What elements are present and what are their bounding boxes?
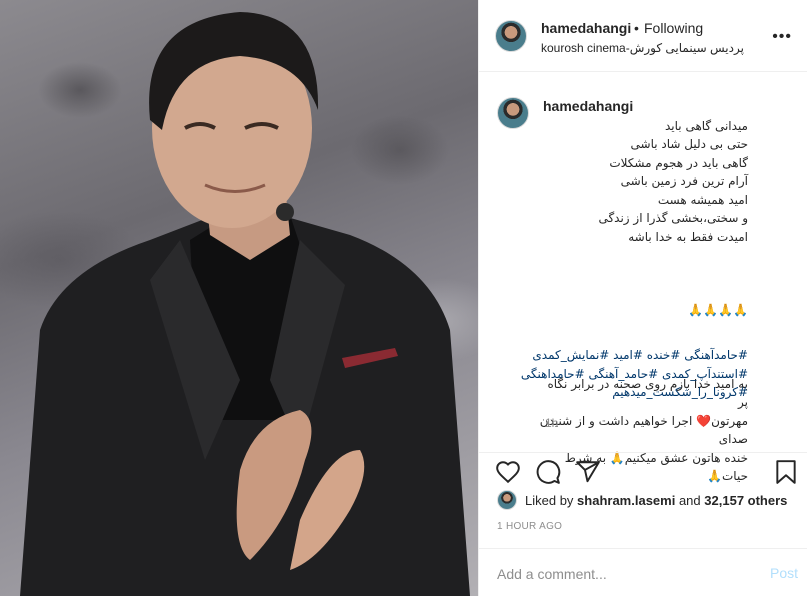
- caption-lines: میدانی گاهی باید حتی بی دلیل شاد باشی گا…: [598, 118, 748, 244]
- action-bar: [479, 452, 807, 492]
- liker-username[interactable]: shahram.lasemi: [577, 493, 675, 508]
- caption-text: میدانی گاهی باید حتی بی دلیل شاد باشی گا…: [538, 98, 748, 504]
- caption-hashtags[interactable]: #حامدآهنگی #خنده #امید #نمایش_کمدی #استن…: [498, 346, 748, 402]
- post-timestamp[interactable]: 1 HOUR AGO: [497, 521, 562, 532]
- photo-subject: [20, 12, 470, 596]
- liker-avatar[interactable]: [497, 490, 517, 510]
- likes-and: and: [678, 493, 701, 508]
- caption-emoji-line: 🙏🙏🙏🙏: [688, 303, 748, 317]
- likes-count[interactable]: 32,157 others: [704, 493, 787, 508]
- header-separator: •: [634, 20, 639, 36]
- likes-prefix: Liked by: [525, 493, 574, 508]
- more-options-icon[interactable]: •••: [772, 28, 792, 46]
- comment-bar: Post: [479, 548, 807, 596]
- comment-icon[interactable]: [535, 459, 561, 490]
- location-link[interactable]: kourosh cinema-پردیس سینمایی کورش: [541, 41, 744, 55]
- share-icon[interactable]: [575, 459, 601, 490]
- post-comment-button[interactable]: Post: [770, 565, 798, 581]
- bookmark-icon[interactable]: [775, 459, 797, 490]
- caption-section: hamedahangi میدانی گاهی باید حتی بی دلیل…: [479, 72, 807, 483]
- post-header: hamedahangi • Following kourosh cinema-پ…: [479, 0, 807, 72]
- caption-time: 1h: [545, 416, 559, 430]
- heart-icon[interactable]: [495, 459, 521, 490]
- likes-text: Liked by shahram.lasemi and 32,157 other…: [525, 493, 787, 508]
- post-details-panel: hamedahangi • Following kourosh cinema-پ…: [478, 0, 807, 596]
- author-avatar[interactable]: [495, 20, 527, 52]
- post-photo[interactable]: [0, 0, 478, 596]
- author-username[interactable]: hamedahangi: [541, 20, 631, 36]
- caption-author-avatar[interactable]: [497, 97, 529, 129]
- comment-input[interactable]: [495, 563, 739, 585]
- following-button[interactable]: Following: [644, 20, 703, 36]
